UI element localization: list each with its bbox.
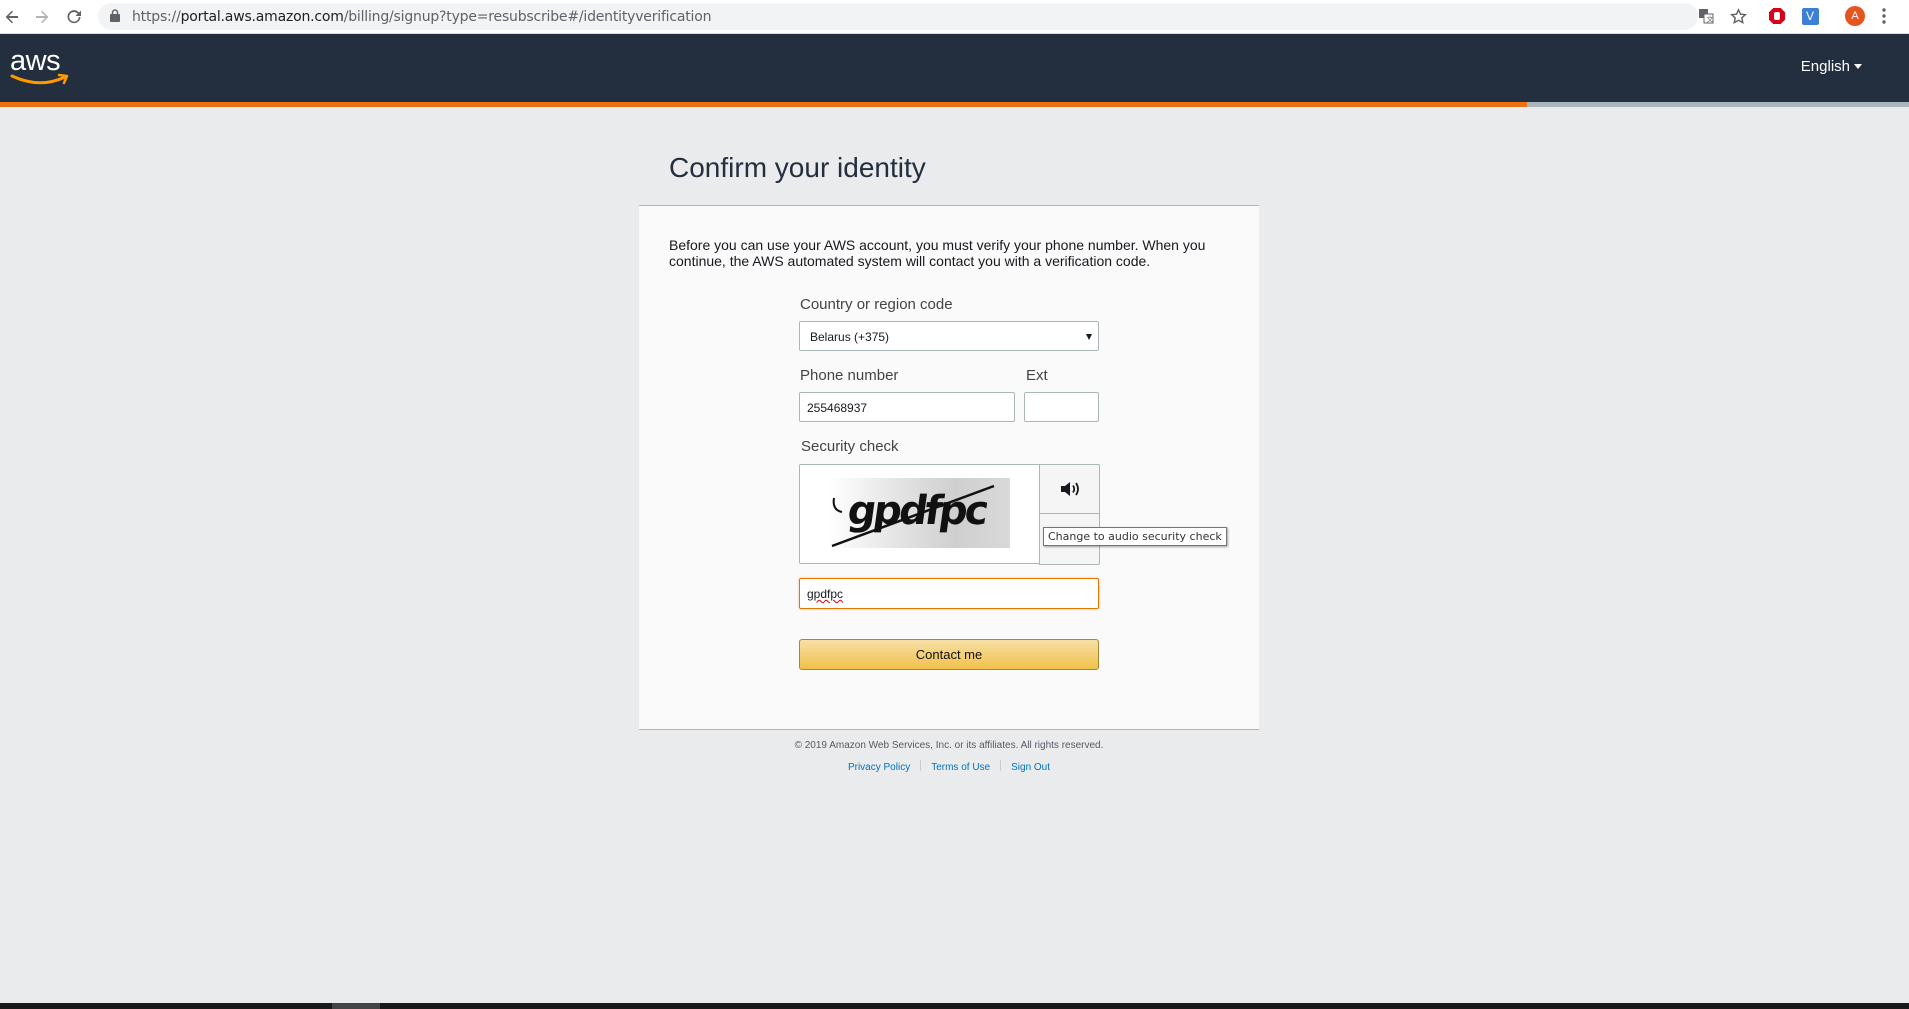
profile-avatar[interactable]: A <box>1844 5 1866 27</box>
terms-of-use-link[interactable]: Terms of Use <box>921 762 1000 773</box>
audio-tooltip: Change to audio security check <box>1043 527 1227 546</box>
ext-label: Ext <box>1026 367 1048 384</box>
captcha-strike-line <box>831 484 995 548</box>
audio-captcha-button[interactable] <box>1039 464 1100 514</box>
country-label: Country or region code <box>800 296 953 313</box>
svg-text:文: 文 <box>1707 15 1714 24</box>
privacy-policy-link[interactable]: Privacy Policy <box>838 762 920 773</box>
captcha-image: gpdfpc <box>828 478 1010 548</box>
language-selector[interactable]: English <box>1801 58 1862 75</box>
aws-header: aws English <box>0 34 1909 102</box>
phone-input[interactable]: 255468937 <box>799 392 1015 422</box>
translate-icon[interactable]: 文 <box>1695 5 1717 27</box>
dropdown-arrow-icon <box>1086 334 1092 340</box>
intro-text: Before you can use your AWS account, you… <box>669 237 1206 269</box>
address-bar[interactable]: https://portal.aws.amazon.com/billing/si… <box>98 3 1698 30</box>
aws-logo[interactable]: aws <box>10 47 70 87</box>
forward-arrow-icon[interactable] <box>30 5 54 29</box>
contact-me-button[interactable]: Contact me <box>799 639 1099 670</box>
back-arrow-icon[interactable] <box>0 5 24 29</box>
caret-down-icon <box>1854 64 1862 69</box>
identity-card: Before you can use your AWS account, you… <box>639 205 1259 730</box>
signup-progress-bar <box>0 102 1909 107</box>
security-check-label: Security check <box>801 438 899 455</box>
country-select[interactable]: Belarus (+375) <box>799 321 1099 351</box>
browser-toolbar: https://portal.aws.amazon.com/billing/si… <box>0 0 1909 34</box>
page-title: Confirm your identity <box>669 152 926 183</box>
captcha-box: gpdfpc <box>799 464 1100 565</box>
captcha-answer-input[interactable]: gpdfpc <box>799 578 1099 609</box>
taskbar-item[interactable] <box>332 1003 380 1009</box>
adblock-extension-icon[interactable] <box>1766 5 1788 27</box>
browser-menu-icon[interactable] <box>1873 5 1895 27</box>
bookmark-star-icon[interactable] <box>1727 5 1749 27</box>
progress-fill <box>0 102 1528 107</box>
extension-v-icon[interactable]: V <box>1799 5 1821 27</box>
lock-icon <box>110 9 120 22</box>
country-select-value: Belarus (+375) <box>810 330 890 344</box>
footer-links: Privacy Policy Terms of Use Sign Out <box>639 760 1259 773</box>
sign-out-link[interactable]: Sign Out <box>1001 762 1060 773</box>
copyright-text: © 2019 Amazon Web Services, Inc. or its … <box>794 740 1104 751</box>
os-taskbar <box>0 1003 1909 1009</box>
speaker-icon <box>1060 482 1079 496</box>
reload-icon[interactable] <box>62 5 86 29</box>
url-text: https://portal.aws.amazon.com/billing/si… <box>132 9 712 25</box>
phone-label: Phone number <box>800 367 899 384</box>
ext-input[interactable] <box>1024 392 1099 422</box>
